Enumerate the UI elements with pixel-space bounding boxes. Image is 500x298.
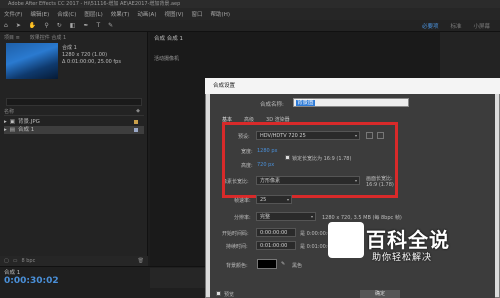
comp-info-name: 合成 1 xyxy=(62,45,77,51)
camera-tool-icon[interactable]: ◧ xyxy=(70,22,76,29)
workspace-essentials[interactable]: 必要项 xyxy=(422,22,439,30)
resolution-label: 分辨率: xyxy=(234,215,251,221)
hand-tool-icon[interactable]: ✋ xyxy=(29,22,36,29)
comp-info-duration: Δ 0:01:00:00, 25.00 fps xyxy=(62,59,121,65)
menu-view[interactable]: 视图(V) xyxy=(164,10,183,18)
resolution-value: 完整 xyxy=(260,214,271,220)
frame-rate-select[interactable]: 25 ▾ xyxy=(256,195,292,204)
workspace-small-screen[interactable]: 小屏幕 xyxy=(473,22,490,30)
menu-file[interactable]: 文件(F) xyxy=(4,10,22,18)
start-timecode-value: 0:00:00:00 xyxy=(260,230,288,236)
comp-name-value: 背景图 xyxy=(296,100,315,106)
duration-value: 0:01:00:00 xyxy=(260,243,288,249)
resolution-select[interactable]: 完整 ▾ xyxy=(256,212,316,221)
comp-thumbnail xyxy=(6,43,58,79)
bg-color-name: 黑色 xyxy=(292,263,303,269)
label-column-icon: ◆ xyxy=(136,108,140,114)
menu-effect[interactable]: 效果(T) xyxy=(111,10,130,18)
trash-icon[interactable]: 🗑 xyxy=(138,258,144,264)
chevron-down-icon: ▾ xyxy=(310,214,313,219)
project-footer: ▢ ▭ 8 bpc 🗑 xyxy=(0,256,148,266)
home-icon[interactable]: ⌂ xyxy=(4,22,8,29)
viewer-tab[interactable]: 合成 合成 1 xyxy=(154,34,183,42)
label-color-swatch[interactable] xyxy=(134,128,138,132)
menu-help[interactable]: 帮助(H) xyxy=(211,10,230,18)
expand-icon[interactable]: ▸ xyxy=(4,118,7,126)
chevron-down-icon: ▾ xyxy=(286,197,289,202)
tab-project[interactable]: 项目 ≡ xyxy=(4,34,20,42)
ok-button[interactable]: 确定 xyxy=(360,290,400,298)
comp-info: 合成 1 1280 x 720 (1.00) Δ 0:01:00:00, 25.… xyxy=(62,45,121,66)
project-search-input[interactable] xyxy=(6,98,142,106)
window-title: Adobe After Effects CC 2017 - Hi\51116-增… xyxy=(0,0,500,8)
composition-icon: ▤ xyxy=(9,127,15,133)
watermark-subtext: 助你轻松解决 xyxy=(372,253,433,263)
project-tabs: 项目 ≡ 效果控件 合成 1 xyxy=(4,34,66,42)
duration-input[interactable]: 0:01:00:00 xyxy=(256,241,296,250)
column-name[interactable]: 名称 xyxy=(4,108,14,115)
start-timecode-label: 开始时间码: xyxy=(222,231,249,237)
pen-tool-icon[interactable]: ✒ xyxy=(83,22,88,29)
expand-icon[interactable]: ▸ xyxy=(4,126,7,134)
preview-checkbox[interactable] xyxy=(216,291,221,296)
dialog-title: 合成设置 xyxy=(205,78,500,94)
menu-window[interactable]: 窗口 xyxy=(192,10,203,18)
new-folder-icon[interactable]: ▭ xyxy=(13,258,18,264)
rotate-tool-icon[interactable]: ↻ xyxy=(57,22,62,29)
eyedropper-icon[interactable]: ✎ xyxy=(281,261,285,267)
menu-animation[interactable]: 动画(A) xyxy=(137,10,156,18)
project-item[interactable]: ▸ ▤ 合成 1 xyxy=(4,126,144,134)
preview-label: 预览 xyxy=(224,292,235,298)
selection-tool-icon[interactable]: ➤ xyxy=(16,22,21,29)
project-item[interactable]: ▸ ▣ 背景.JPG xyxy=(4,118,144,126)
comp-name-label: 合成名称: xyxy=(260,102,284,108)
bg-color-swatch[interactable] xyxy=(257,259,277,269)
menu-layer[interactable]: 图层(L) xyxy=(84,10,102,18)
menu-composition[interactable]: 合成(C) xyxy=(57,10,76,18)
timeline-tab[interactable]: 合成 1 xyxy=(4,268,20,276)
active-camera-label: 活动摄像机 xyxy=(154,56,180,62)
text-tool-icon[interactable]: T xyxy=(96,22,100,29)
image-file-icon: ▣ xyxy=(9,119,15,125)
bpc-label[interactable]: 8 bpc xyxy=(21,258,35,264)
comp-info-res: 1280 x 720 (1.00) xyxy=(62,52,108,58)
workspace-tabs: 必要项 标准 小屏幕 xyxy=(422,20,490,32)
bg-color-label: 背景颜色: xyxy=(226,263,248,269)
highlight-box xyxy=(222,122,398,198)
interpret-footage-icon[interactable]: ▢ xyxy=(4,258,9,264)
duration-label: 持续时间: xyxy=(226,244,248,250)
watermark-logo xyxy=(328,222,364,258)
workspace-standard[interactable]: 标准 xyxy=(450,22,461,30)
current-time[interactable]: 0:00:30:02 xyxy=(4,276,59,286)
resolution-info: 1280 x 720, 3.5 MB (每 8bpc 帧) xyxy=(322,215,402,221)
brush-tool-icon[interactable]: ✎ xyxy=(108,22,113,29)
menu-edit[interactable]: 编辑(E) xyxy=(30,10,49,18)
comp-name-input[interactable]: 背景图 xyxy=(293,98,409,107)
tab-effect-controls[interactable]: 效果控件 合成 1 xyxy=(30,34,66,42)
project-item-name: 背景.JPG xyxy=(17,119,40,125)
project-item-name: 合成 1 xyxy=(17,127,35,133)
menu-bar: 文件(F) 编辑(E) 合成(C) 图层(L) 效果(T) 动画(A) 视图(V… xyxy=(0,8,500,20)
frame-rate-label: 帧速率: xyxy=(234,198,251,204)
zoom-tool-icon[interactable]: ⚲ xyxy=(44,22,48,29)
label-color-swatch[interactable] xyxy=(134,120,138,124)
watermark-text: 百科全说 xyxy=(366,228,450,252)
project-list-header: 名称 ◆ xyxy=(4,108,144,116)
frame-rate-value: 25 xyxy=(260,197,267,203)
start-timecode-input[interactable]: 0:00:00:00 xyxy=(256,228,296,237)
